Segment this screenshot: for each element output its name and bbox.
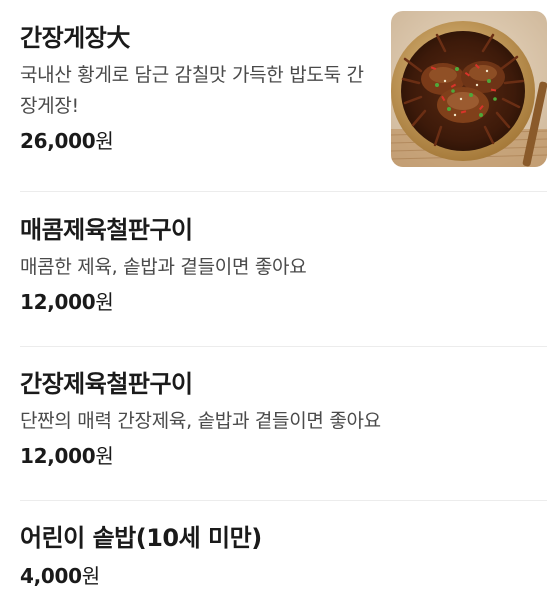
price-value: 4,000	[20, 564, 82, 588]
menu-item-price: 26,000원	[20, 127, 370, 155]
menu-item-description: 단짠의 매력 간장제육, 솥밥과 곁들이면 좋아요	[20, 410, 381, 432]
menu-item-price: 12,000원	[20, 288, 547, 316]
menu-item-name: 매콤제육철판구이	[20, 216, 193, 244]
menu-item-name: 어린이 솥밥(10세 미만)	[20, 524, 262, 552]
menu-item-thumbnail[interactable]	[391, 11, 547, 167]
price-currency: 원	[95, 444, 114, 468]
menu-item-kids-pot-rice[interactable]: 어린이 솥밥(10세 미만) 4,000원	[20, 522, 547, 590]
menu-item-name: 간장제육철판구이	[20, 370, 193, 398]
menu-item-price: 4,000원	[20, 562, 547, 590]
menu-item-spicy-pork-bulgogi[interactable]: 매콤제육철판구이 매콤한 제육, 솥밥과 곁들이면 좋아요 12,000원	[20, 214, 547, 316]
divider	[20, 191, 547, 192]
menu-item-description: 매콤한 제육, 솥밥과 곁들이면 좋아요	[20, 256, 307, 278]
soy-sauce-marinated-crab-photo	[391, 11, 547, 167]
price-currency: 원	[95, 290, 114, 314]
menu-list: 간장게장大 국내산 황게로 담근 감칠맛 가득한 밥도둑 간장게장! 26,00…	[0, 0, 559, 612]
menu-item-description: 국내산 황게로 담근 감칠맛 가득한 밥도둑 간장게장!	[20, 64, 364, 117]
price-value: 26,000	[20, 129, 96, 153]
menu-item-soy-crab-large[interactable]: 간장게장大 국내산 황게로 담근 감칠맛 가득한 밥도둑 간장게장! 26,00…	[20, 22, 370, 155]
divider	[20, 500, 547, 501]
price-currency: 원	[95, 129, 114, 153]
menu-item-name: 간장게장大	[20, 24, 130, 52]
price-value: 12,000	[20, 444, 96, 468]
divider	[20, 346, 547, 347]
price-value: 12,000	[20, 290, 96, 314]
price-currency: 원	[81, 564, 100, 588]
menu-item-soy-pork-bulgogi[interactable]: 간장제육철판구이 단짠의 매력 간장제육, 솥밥과 곁들이면 좋아요 12,00…	[20, 368, 547, 470]
menu-item-price: 12,000원	[20, 442, 547, 470]
